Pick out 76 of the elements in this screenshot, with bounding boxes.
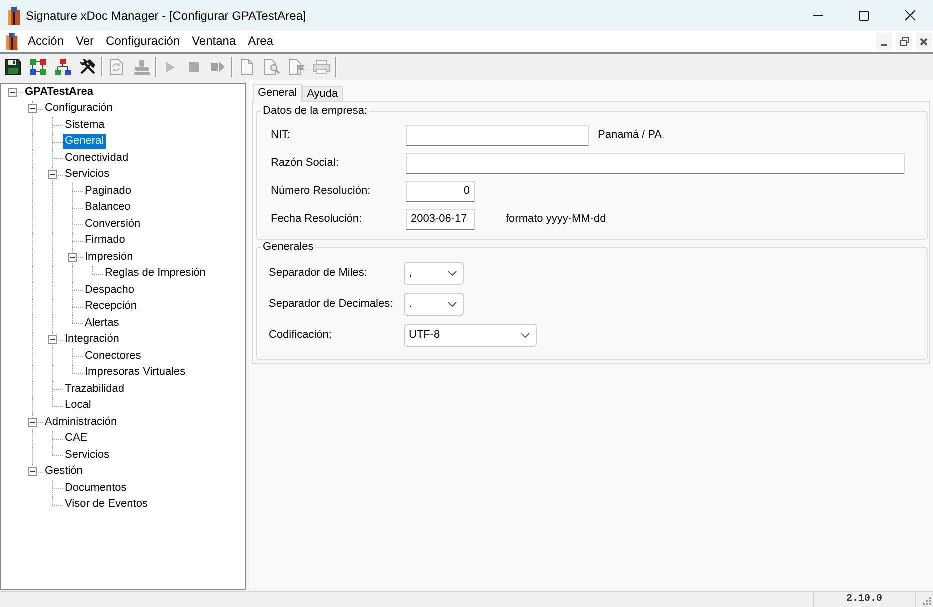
tree-item[interactable]: Despacho xyxy=(83,282,137,298)
version-text: 2.10.0 xyxy=(846,594,882,606)
text-field[interactable] xyxy=(406,125,589,146)
menu-item[interactable]: Acción xyxy=(22,32,70,51)
hierarchy-icon[interactable] xyxy=(54,59,70,75)
chevron-down-icon xyxy=(521,333,530,338)
collapse-icon[interactable] xyxy=(28,467,36,476)
tree-item[interactable]: Administración xyxy=(43,414,120,430)
restore-button[interactable] xyxy=(896,33,912,50)
tree-item[interactable]: Configuración xyxy=(43,101,115,116)
close-button[interactable] xyxy=(916,33,932,50)
collapse-icon[interactable] xyxy=(48,335,56,344)
collapse-icon[interactable] xyxy=(28,418,36,427)
tree-item[interactable]: Sistema xyxy=(63,118,107,133)
dropdown[interactable]: , xyxy=(404,262,464,285)
tree-item[interactable]: Impresión xyxy=(83,250,136,265)
menu-item[interactable]: Area xyxy=(242,32,280,51)
resize-grip-icon[interactable] xyxy=(923,597,931,605)
collapse-icon[interactable] xyxy=(68,252,76,262)
minimize-button[interactable] xyxy=(876,33,892,50)
collapse-icon[interactable] xyxy=(28,104,36,114)
number-field[interactable]: 0 xyxy=(406,181,475,202)
menu-item[interactable]: Ver xyxy=(70,32,100,51)
tab[interactable]: General xyxy=(253,84,302,102)
dropdown[interactable]: . xyxy=(404,293,464,316)
collapse-icon[interactable] xyxy=(48,170,56,180)
field-label: Codificación: xyxy=(269,328,333,344)
dropdown[interactable]: UTF-8 xyxy=(404,324,537,347)
note-text: formato yyyy-MM-dd xyxy=(506,212,606,228)
field-label: Separador de Miles: xyxy=(269,266,368,282)
tree-item[interactable]: Conversión xyxy=(83,216,143,232)
collapse-icon[interactable] xyxy=(8,88,16,97)
tree-item[interactable]: Conectores xyxy=(83,348,144,364)
tree-item[interactable]: Servicios xyxy=(63,448,112,463)
tree-item[interactable]: Local xyxy=(63,398,94,414)
menu-item[interactable]: Ventana xyxy=(186,32,242,51)
chevron-down-icon xyxy=(448,271,457,276)
text-field[interactable] xyxy=(406,153,905,174)
chevron-down-icon xyxy=(448,302,457,307)
network-nodes-icon[interactable] xyxy=(30,59,46,75)
tree-item[interactable]: Servicios xyxy=(63,167,112,182)
app-icon[interactable] xyxy=(7,6,21,24)
tree-item[interactable]: Recepción xyxy=(83,299,139,314)
field-label: NIT: xyxy=(271,128,292,144)
restore-icon[interactable] xyxy=(900,37,908,46)
group-title: Datos de la empresa: xyxy=(262,105,369,118)
tree-item[interactable]: Reglas de Impresión xyxy=(103,266,208,282)
tree-item[interactable]: Paginado xyxy=(83,184,134,199)
close-icon[interactable] xyxy=(904,10,916,21)
tree-item[interactable]: Integración xyxy=(63,332,122,348)
note-text: Panamá / PA xyxy=(598,128,662,144)
window-title: Signature xDoc Manager - [Configurar GPATestArea] xyxy=(26,8,306,24)
tree-item[interactable]: CAE xyxy=(63,431,90,446)
tab[interactable]: Ayuda xyxy=(302,86,344,101)
tree-item[interactable]: Trazabilidad xyxy=(63,382,127,397)
close-icon[interactable] xyxy=(920,38,928,46)
date-field[interactable]: 2003-06-17 xyxy=(406,209,475,230)
tree-item[interactable]: GPATestArea xyxy=(23,84,96,100)
tree-item[interactable]: Alertas xyxy=(83,316,122,331)
field-label: Separador de Decimales: xyxy=(269,297,394,312)
tree-item[interactable]: General xyxy=(63,134,106,150)
field-label: Fecha Resolución: xyxy=(271,212,364,228)
maximize-icon[interactable] xyxy=(859,10,869,20)
tree-item[interactable]: Documentos xyxy=(63,480,129,496)
app-icon[interactable] xyxy=(5,33,19,50)
hammer-wrench-icon[interactable] xyxy=(80,59,96,75)
field-label: Razón Social: xyxy=(271,156,340,172)
tree-item[interactable]: Firmado xyxy=(83,233,128,248)
field-label: Número Resolución: xyxy=(271,184,372,200)
tree-item[interactable]: Visor de Eventos xyxy=(63,497,150,512)
menu-item[interactable]: Configuración xyxy=(100,32,186,51)
tree-item[interactable]: Gestión xyxy=(43,464,85,480)
group-title: Generales xyxy=(262,241,315,254)
tree-item[interactable]: Conectividad xyxy=(63,150,131,166)
tree-item[interactable]: Balanceo xyxy=(83,200,133,216)
tree-item[interactable]: Impresoras Virtuales xyxy=(83,365,188,380)
